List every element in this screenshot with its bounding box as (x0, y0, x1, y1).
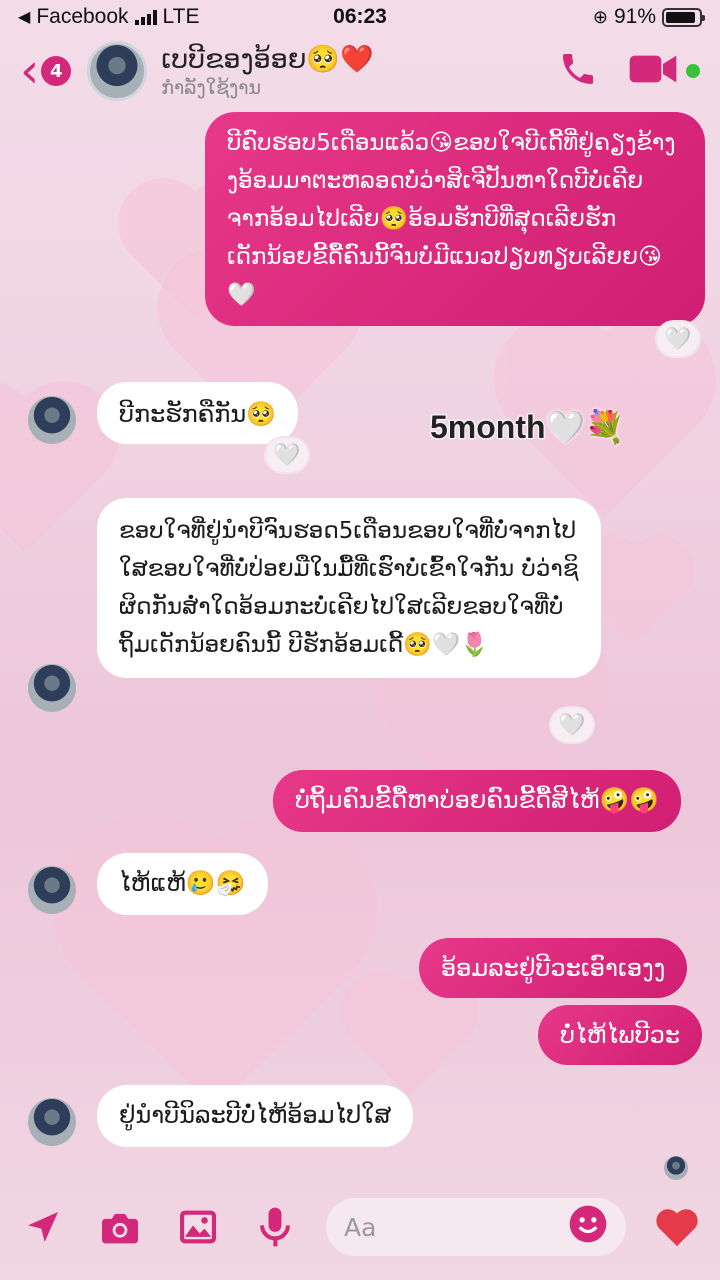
conversation-header: ‹ 4 ເບບີຂອງອ້ອຍ🥺❤️ ກຳລັງໃຊ້ງານ (0, 34, 720, 108)
status-left: ◀ Facebook LTE (18, 5, 200, 29)
header-actions (558, 49, 700, 93)
heart-reaction-icon[interactable] (654, 1204, 700, 1250)
carrier-label[interactable]: Facebook (36, 5, 128, 29)
message-list: ບີຄົບຮອບ5ເດືອນແລ້ວ😘ຂອບໃຈບີເດີ້ທີ່ຢູ່ຄຽງຂ… (0, 0, 720, 1280)
online-indicator (686, 64, 700, 78)
avatar[interactable] (28, 866, 76, 914)
message-bubble-outgoing[interactable]: ບໍ່ໄຫ້ໄພບີວະ (538, 1005, 703, 1065)
back-to-app-icon[interactable]: ◀ (18, 7, 30, 27)
contact-status: ກຳລັງໃຊ້ງານ (161, 77, 261, 99)
contact-avatar[interactable] (87, 41, 148, 101)
gallery-icon[interactable] (175, 1204, 221, 1250)
avatar[interactable] (28, 396, 76, 444)
battery-fill (666, 11, 696, 23)
contact-name: ເບບີຂອງອ້ອຍ🥺❤️ (161, 44, 374, 75)
video-camera-icon[interactable] (628, 49, 678, 93)
back-button[interactable]: ‹ 4 (20, 43, 72, 99)
avatar[interactable] (28, 664, 76, 712)
battery-percent: 91% (613, 5, 656, 28)
status-bar: ◀ Facebook LTE 06:23 ⊕ 91% (0, 0, 720, 34)
emoji-icon[interactable] (568, 1204, 608, 1250)
phone-icon[interactable] (558, 49, 598, 93)
message-bubble-outgoing[interactable]: ອ້ອມລະຢູ່ບີວະເອົາເອງງ (419, 938, 688, 998)
message-bubble-incoming[interactable]: ຢູ່ນຳບີນິລະບີບໍ່ໄຫ້ອ້ອມໄປໃສ (97, 1085, 414, 1147)
location-arrow-icon[interactable] (20, 1204, 66, 1250)
read-receipt-avatar (664, 1156, 688, 1180)
contact-info[interactable]: ເບບີຂອງອ້ອຍ🥺❤️ ກຳລັງໃຊ້ງານ (161, 43, 373, 99)
status-right: ⊕ 91% (592, 5, 705, 29)
avatar[interactable] (28, 1098, 76, 1146)
microphone-icon[interactable] (253, 1204, 299, 1250)
message-input-placeholder: Aa (344, 1212, 377, 1242)
unread-count-badge: 4 (41, 56, 72, 86)
message-bubble-incoming[interactable]: ບີກະຮັກຄືກັນ🥺 (97, 382, 299, 444)
chevron-left-icon: ‹ (20, 43, 40, 99)
message-bubble-outgoing[interactable]: ບີຄົບຮອບ5ເດືອນແລ້ວ😘ຂອບໃຈບີເດີ້ທີ່ຢູ່ຄຽງຂ… (205, 112, 705, 326)
message-bubble-incoming[interactable]: ຂອບໃຈທີ່ຢູ່ນຳບີຈົນຮອດ5ເດືອນຂອບໃຈທີ່ບໍ່ຈາ… (97, 498, 601, 678)
message-bubble-outgoing[interactable]: ບໍ່ຖິ້ມຄົນຂີ້ດື້ຫາບ່ອຍຄົນຂີ້ດື້ສີໄຫ້🤪🤪 (273, 770, 682, 832)
battery-icon (662, 7, 705, 27)
message-bubble-incoming[interactable]: ໄຫ້ແຫ້🥲🤧 (97, 853, 268, 915)
signal-icon (134, 9, 157, 25)
story-caption-overlay: 5month🤍💐 (429, 408, 626, 446)
orientation-lock-icon: ⊕ (592, 6, 608, 27)
network-label: LTE (162, 5, 200, 28)
composer-bar: Aa (0, 1194, 720, 1260)
message-reaction[interactable]: 🤍 (549, 706, 595, 744)
message-reaction[interactable]: 🤍 (655, 320, 701, 358)
message-reaction[interactable]: 🤍 (264, 436, 310, 474)
clock: 06:23 (333, 5, 387, 28)
camera-icon[interactable] (98, 1204, 144, 1250)
message-input[interactable]: Aa (326, 1198, 626, 1256)
